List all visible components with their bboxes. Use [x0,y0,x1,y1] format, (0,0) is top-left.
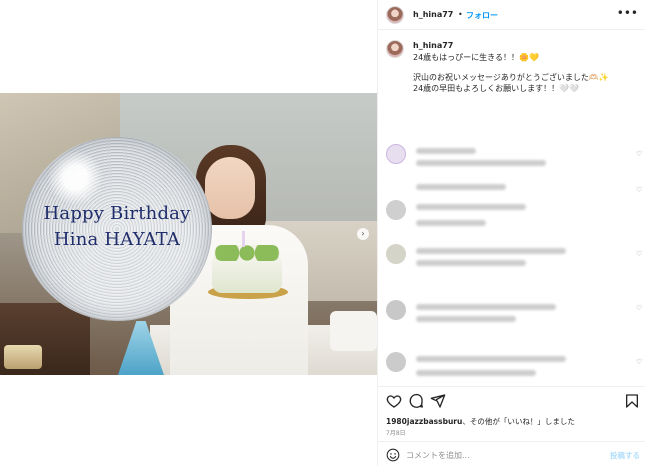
comment-avatar[interactable] [386,200,406,220]
comment-text-blurred [416,220,486,226]
likes-username[interactable]: 1980jazzbassburu [386,417,462,426]
balloon-text-line1: Happy Birthday [43,203,191,224]
media-pane: Happy Birthday Hina HAYATA › [0,0,377,466]
comment-like-icon[interactable]: ♡ [636,304,642,312]
caption-line-1: 24歳もはっぴーに生きる！！🌼💛 [413,53,539,62]
comment-avatar[interactable] [386,300,406,320]
follow-button[interactable]: フォロー [466,10,498,21]
post-actions: 1980jazzbassburu、その他が「いいね！」しました 7月8日 投稿す… [378,386,645,466]
cake-topping [214,245,280,261]
caption-avatar[interactable] [386,40,404,58]
person-face [205,157,255,219]
lamp [4,345,42,369]
comment-text-blurred [416,356,566,362]
comment-input[interactable] [406,448,596,462]
balloon-text-line2: Hina HAYATA [53,229,181,250]
share-icon[interactable] [430,393,446,409]
comment-text-blurred [416,370,536,376]
comment-like-icon[interactable]: ♡ [636,186,642,194]
post-comment-button[interactable]: 投稿する [610,450,640,461]
comment-text-blurred [416,304,556,310]
post-date[interactable]: 7月8日 [386,428,406,437]
post-username[interactable]: h_hina77 [413,10,453,19]
caption-username[interactable]: h_hina77 [413,41,453,50]
comment-text-blurred [416,260,526,266]
likes-summary[interactable]: 1980jazzbassburu、その他が「いいね！」しました [386,416,575,427]
caption-line-2: 沢山のお祝いメッセージありがとうございました🫶🏻✨ [413,73,609,82]
comment-avatar[interactable] [386,244,406,264]
comment-like-icon[interactable]: ♡ [636,358,642,366]
bookmark-icon[interactable] [624,393,640,409]
more-options-icon[interactable]: ••• [617,6,638,20]
comment-text-blurred [416,184,506,190]
comment-like-icon[interactable]: ♡ [636,250,642,258]
comment-avatar[interactable] [386,352,406,372]
comment-text-blurred [416,160,546,166]
heart-icon[interactable] [386,393,402,409]
comment-text-blurred [416,248,566,254]
separator-dot: • [458,10,463,19]
likes-suffix: 、その他が「いいね！」しました [462,417,575,426]
comment-text-blurred [416,204,526,210]
post-sidebar: h_hina77 • フォロー ••• h_hina77 24歳もはっぴーに生き… [377,0,645,466]
comment-icon[interactable] [408,393,424,409]
emoji-icon[interactable] [386,448,400,462]
carousel-next-button[interactable]: › [357,228,369,240]
caption-line-3: 24歳の早田もよろしくお願いします！！🤍🤍 [413,84,580,93]
birthday-balloon: Happy Birthday Hina HAYATA [22,137,212,321]
post-header: h_hina77 • フォロー ••• [378,0,645,30]
comment-avatar[interactable] [386,144,406,164]
avatar[interactable] [386,6,404,24]
add-comment-bar: 投稿する [378,441,645,466]
comment-list: ♡ ♡ ♡ ♡ ♡ [378,140,645,384]
pillow [330,311,377,351]
post-photo[interactable]: Happy Birthday Hina HAYATA › [0,93,377,375]
candle [242,231,245,247]
comment-text-blurred [416,316,516,322]
comment-like-icon[interactable]: ♡ [636,150,642,158]
comment-text-blurred [416,148,476,154]
